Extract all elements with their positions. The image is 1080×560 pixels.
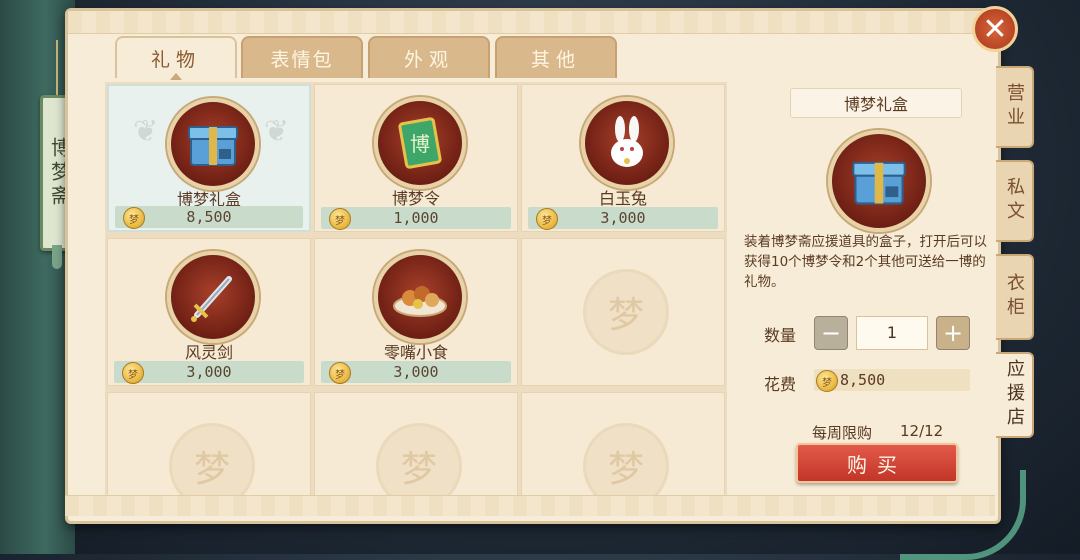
decorative-ribbon [900,470,1026,560]
tag-tassel [52,245,62,269]
coin-icon: 梦 [123,207,145,229]
item-price-bar: 梦 3,000 [321,361,511,384]
dream-emblem-icon: 梦 [376,423,462,495]
item-price-bar: 梦 1,000 [321,207,511,230]
item-price: 8,500 [186,208,232,226]
item-name: 风灵剑 [184,343,233,362]
dream-emblem-icon: 梦 [583,423,669,495]
dream-emblem-icon: 梦 [169,423,255,495]
item-cell-empty: 梦 [521,392,725,495]
coin-icon: 梦 [122,362,144,384]
dream-emblem-icon: 梦 [583,269,669,355]
item-name: 博梦令 [391,189,440,208]
tag-cord [56,40,58,96]
close-button[interactable]: ✕ [972,6,1018,52]
item-cell-sword[interactable]: 风灵剑 梦 3,000 [107,238,311,386]
quantity-field[interactable]: 1 [856,316,928,350]
side-tab-private-articles[interactable]: 私文 [996,160,1034,242]
item-price: 3,000 [600,209,646,227]
panel-bottom-border [65,495,995,516]
cost-value: 8,500 [840,371,886,389]
quantity-label: 数量 [764,326,797,345]
item-price-bar: 梦 3,000 [114,361,304,384]
item-price-bar: 梦 8,500 [115,206,303,229]
tab-other[interactable]: 其他 [495,36,617,78]
coin-icon: 梦 [329,208,351,230]
item-name: 白玉兔 [598,189,647,208]
tab-appearance[interactable]: 外观 [368,36,490,78]
item-description: 装着博梦斋应援道具的盒子，打开后可以获得10个博梦令和2个其他可送给一博的礼物。 [744,234,987,290]
tab-label: 礼物 [150,48,201,71]
rabbit-icon [581,97,673,189]
item-cell-token[interactable]: 博 博梦令 梦 1,000 [314,84,518,232]
item-cell-empty: 梦 [521,238,725,386]
coin-icon: 梦 [816,370,838,392]
snack-plate-icon [374,251,466,343]
side-tab-wardrobe[interactable]: 衣柜 [996,254,1034,340]
item-price: 1,000 [393,209,439,227]
token-book-icon: 博 [374,97,466,189]
item-cell-empty: 梦 [107,392,311,495]
item-price: 3,000 [186,363,232,381]
cost-display: 梦 8,500 [814,369,970,392]
item-cell-rabbit[interactable]: 白玉兔 梦 3,000 [521,84,725,232]
item-cell-empty: 梦 [314,392,518,495]
tab-label: 表情包 [270,48,334,71]
cost-label: 花费 [764,375,797,394]
detail-title: 博梦礼盒 [790,88,962,118]
quantity-decrease-button[interactable]: − [814,316,848,350]
gift-box-icon [828,130,930,232]
coin-icon: 梦 [329,362,351,384]
item-grid: ❦ ❦ 博梦礼盒 梦 8,500 博 博梦令 梦 1,000 白玉兔 梦 3,0… [105,82,727,495]
quantity-increase-button[interactable]: + [936,316,970,350]
weekly-limit-label: 每周限购 [812,424,873,442]
active-tab-caret-icon [170,73,182,80]
item-price-bar: 梦 3,000 [528,207,718,230]
tab-label: 外观 [403,48,454,71]
item-cell-snack[interactable]: 零嘴小食 梦 3,000 [314,238,518,386]
tab-gifts[interactable]: 礼物 [115,36,237,80]
gift-box-icon [167,98,259,190]
svg-text:博: 博 [410,132,430,156]
weekly-limit-value: 12/12 [900,422,944,440]
left-scroll-border [0,0,75,554]
coin-icon: 梦 [536,208,558,230]
side-tab-business[interactable]: 营业 [996,66,1034,148]
tab-label: 其他 [530,48,581,71]
side-tab-support-shop[interactable]: 应援店 [996,352,1034,438]
sword-icon [167,251,259,343]
tab-stickers[interactable]: 表情包 [241,36,363,78]
item-cell-gift-box[interactable]: ❦ ❦ 博梦礼盒 梦 8,500 [107,84,311,232]
item-name: 零嘴小食 [383,343,448,362]
item-price: 3,000 [393,363,439,381]
